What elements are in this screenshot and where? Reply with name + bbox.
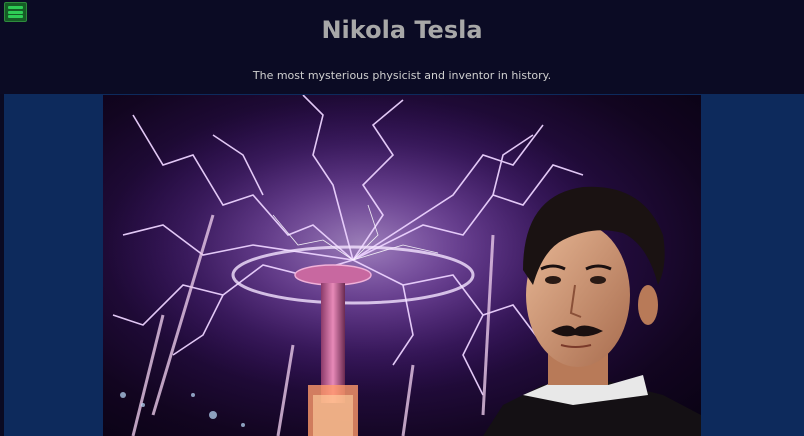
page-subtitle: The most mysterious physicist and invent…: [252, 69, 552, 82]
site-header: Nikola Tesla The most mysterious physici…: [0, 0, 804, 94]
page: Nikola Tesla The most mysterious physici…: [0, 0, 804, 436]
menu-bar: [8, 15, 23, 18]
menu-bar: [8, 10, 23, 14]
main-content: [4, 94, 804, 436]
hamburger-menu-icon[interactable]: [4, 2, 27, 22]
page-title: Nikola Tesla: [321, 16, 483, 44]
tesla-coil-illustration: [103, 95, 701, 436]
menu-bar: [8, 6, 23, 9]
hero-image: [103, 95, 701, 436]
